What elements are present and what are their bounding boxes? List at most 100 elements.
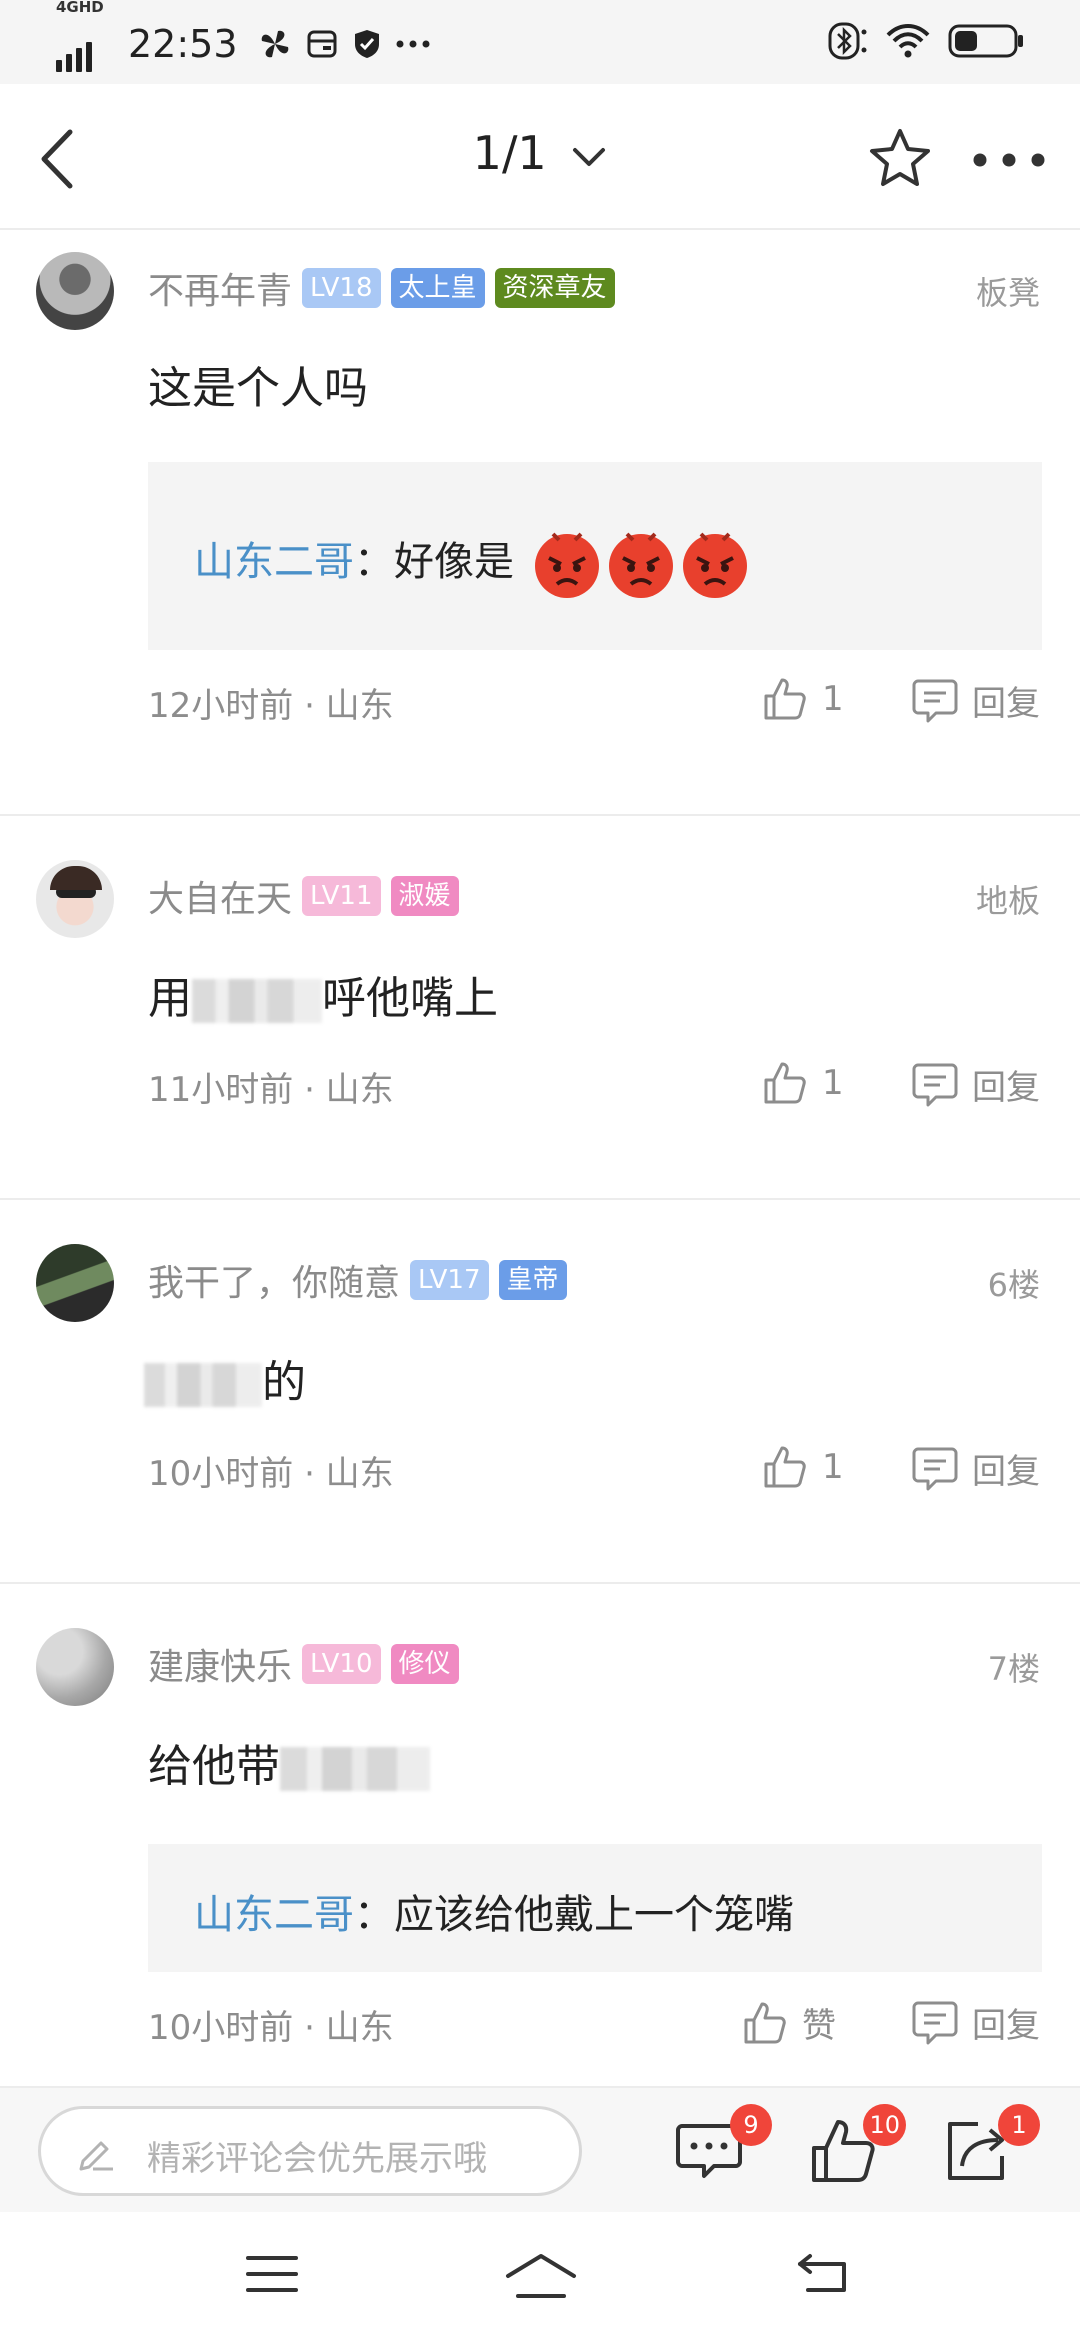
clock: 22:53 [128,22,238,66]
like-button[interactable]: 1 [762,676,844,722]
comment-meta: 10小时前 · 山东 [148,2008,394,2048]
like-count: 1 [822,679,844,719]
like-button[interactable]: 1 [762,1060,844,1106]
like-button[interactable]: 赞 [742,1998,836,2047]
comment-text: 这是个人吗 [148,363,368,414]
comment-item: 我干了，你随意 LV17 皇帝 6楼 的 10小时前 · 山东 1 回复 [0,1200,1080,1584]
status-bar: 4GHD 22:53 [0,0,1080,84]
like-button[interactable]: 1 [762,1444,844,1490]
more-dots-icon [396,40,430,48]
reply-label: 回复 [972,684,1040,724]
status-right [828,22,1024,60]
page-indicator: 1/1 [472,126,547,180]
more-icon[interactable] [972,152,1046,168]
comment-item: 建康快乐 LV10 修仪 7楼 给他带 山东二哥：应该给他戴上一个笼嘴 10小时… [0,1584,1080,2086]
status-left: 4GHD 22:53 [56,0,430,74]
wifi-icon [886,24,930,58]
title-badge: 淑媛 [390,876,459,916]
comment-input[interactable]: 精彩评论会优先展示哦 [38,2106,582,2196]
comment-text: 的 [144,1346,306,1410]
honor-badge: 资深章友 [494,268,615,308]
avatar[interactable] [36,860,114,938]
quoted-reply[interactable]: 山东二哥：好像是 [148,462,1042,650]
comment-icon [912,1447,958,1490]
comment-icon [912,679,958,722]
reply-button[interactable]: 回复 [912,1998,1040,2047]
network-type: 4GHD [56,0,104,16]
reply-button[interactable]: 回复 [912,1060,1040,1109]
reply-label: 回复 [972,1068,1040,1108]
share-button[interactable]: 1 [942,2104,1040,2186]
floor-label: 6楼 [987,1266,1040,1304]
thumbs-up-icon [764,1446,806,1488]
floor-label: 7楼 [987,1650,1040,1688]
likes-count-badge: 10 [863,2104,906,2146]
like-post-button[interactable]: 10 [808,2104,906,2186]
like-count: 1 [822,1063,844,1103]
username[interactable]: 建康快乐 [148,1638,292,1690]
username[interactable]: 我干了，你随意 [148,1254,400,1306]
input-placeholder: 精彩评论会优先展示哦 [147,2139,487,2179]
title-badge: 皇帝 [498,1260,567,1300]
quoted-reply[interactable]: 山东二哥：应该给他戴上一个笼嘴 [148,1844,1042,1972]
share-count-badge: 1 [998,2104,1040,2146]
text-part: 用 [148,973,192,1024]
menu-icon[interactable] [244,2252,300,2296]
avatar[interactable] [36,1628,114,1706]
text-part: 的 [262,1357,306,1408]
thumbs-up-icon [744,2002,786,2043]
username[interactable]: 不再年青 [148,262,292,314]
avatar[interactable] [36,1244,114,1322]
quote-text: 好像是 [394,539,514,585]
comment-text: 用 呼他嘴上 [148,962,498,1026]
home-icon[interactable] [504,2252,578,2302]
battery-icon [948,24,1023,58]
text-part: 呼他嘴上 [322,973,498,1024]
like-count: 1 [822,1447,844,1487]
angry-face-emoji [534,532,599,598]
quote-author[interactable]: 山东二哥 [194,1892,354,1938]
signal-icon: 4GHD [56,0,104,74]
top-navbar: 1/1 [0,84,1080,230]
censored-text [144,1363,262,1407]
reply-label: 回复 [972,2006,1040,2046]
text-part: 给他带 [148,1741,280,1792]
user-row: 建康快乐 LV10 修仪 [148,1642,459,1688]
quote-separator: ： [354,539,394,585]
pencil-icon [79,2141,113,2171]
level-badge: LV11 [302,876,381,916]
quote-line: 山东二哥：应该给他戴上一个笼嘴 [194,1882,794,1940]
floor-label: 板凳 [975,274,1040,312]
angry-face-emoji [682,532,747,598]
comment-item: 不再年青 LV18 太上皇 资深章友 板凳 这是个人吗 山东二哥：好像是 12小… [0,230,1080,816]
comment-meta: 11小时前 · 山东 [148,1070,394,1110]
comments-count-badge: 9 [730,2104,772,2146]
floor-label: 地板 [975,882,1040,920]
quote-text: 应该给他戴上一个笼嘴 [394,1892,794,1938]
comment-bar: 精彩评论会优先展示哦 9 10 1 [0,2086,1080,2212]
title-badge: 修仪 [390,1644,459,1684]
bluetooth-icon [828,22,867,60]
quote-separator: ： [354,1892,394,1938]
thumbs-up-icon [764,678,806,720]
reply-label: 回复 [972,1452,1040,1492]
comments-button[interactable]: 9 [674,2104,772,2186]
user-row: 不再年青 LV18 太上皇 资深章友 [148,266,615,312]
system-navigation-bar [0,2212,1080,2340]
censored-text [280,1747,430,1791]
star-icon[interactable] [868,126,932,190]
reply-button[interactable]: 回复 [912,1444,1040,1493]
comment-meta: 10小时前 · 山东 [148,1454,394,1494]
username[interactable]: 大自在天 [148,870,292,922]
quote-author[interactable]: 山东二哥 [194,539,354,585]
back-icon[interactable] [796,2252,852,2296]
quote-line: 山东二哥：好像是 [194,528,751,600]
emoji-group [531,528,751,600]
user-row: 大自在天 LV11 淑媛 [148,874,459,920]
level-badge: LV10 [302,1644,381,1684]
avatar[interactable] [36,252,114,330]
reply-button[interactable]: 回复 [912,676,1040,725]
chevron-down-icon [573,147,606,166]
comment-icon [912,2001,958,2044]
thumbs-up-icon [764,1062,806,1104]
